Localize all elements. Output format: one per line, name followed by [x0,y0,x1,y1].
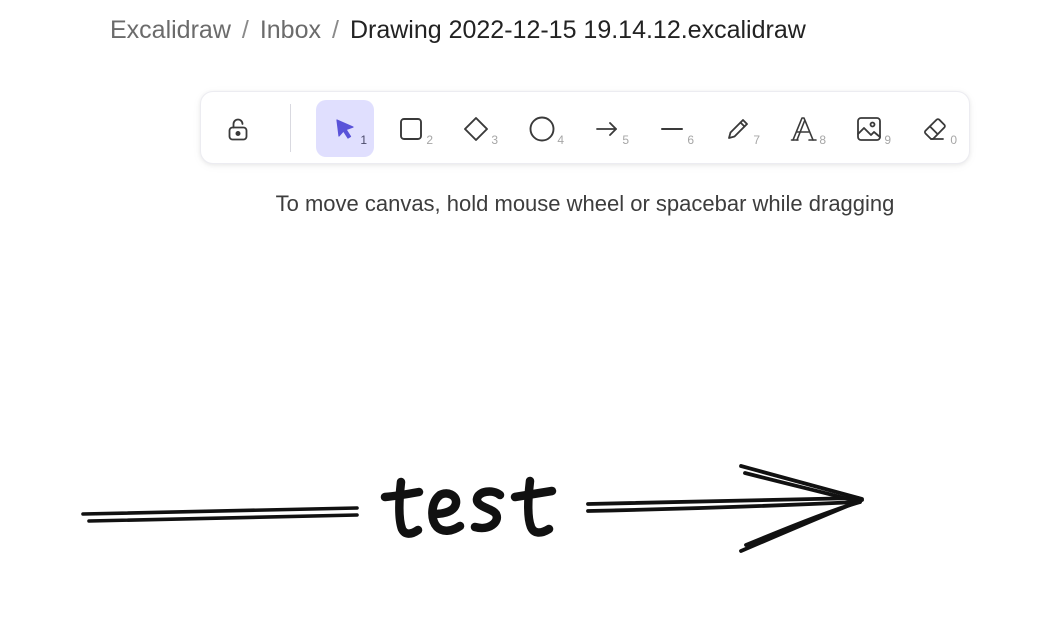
excalidraw-page: Excalidraw / Inbox / Drawing 2022-12-15 … [0,0,1048,622]
drawing-canvas[interactable]: test [0,0,1048,622]
left-line-element[interactable] [81,506,359,523]
arrow-element[interactable] [586,464,864,553]
text-element-test[interactable] [380,476,557,538]
